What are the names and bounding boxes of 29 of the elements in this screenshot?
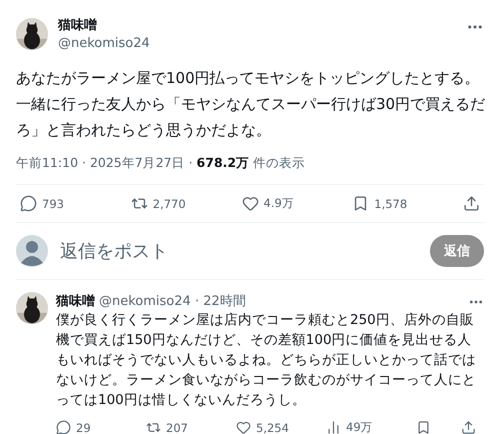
bar-chart-icon xyxy=(326,420,341,434)
repost-action[interactable]: 207 xyxy=(146,420,206,434)
reply-button[interactable]: 返信 xyxy=(430,235,484,267)
like-action[interactable]: 4.9万 xyxy=(242,195,302,212)
bookmark-icon xyxy=(416,420,431,434)
post-text: あなたがラーメン屋で100円払ってモヤシをトッピングしたとする。一緒に行った友人から「モヤシなんてスーパー行けば30円で買えるだろ」と言われたらどう思うかだよな。 xyxy=(16,68,486,141)
reply-text: 僕が良く行くラーメン屋は店内でコーラ頼むと250円、店外の自販機で買えば150円なんだけど、その差額100円に価値を見出せる人もいればそうでない人もいるよね。どちらが正しいとかって話ではないけど。ラーメン食いながらコーラ飲むのがサイコーって人にとっては100円は惜しくないんだろうし。 xyxy=(56,311,476,410)
reply-meta: @nekomiso24 · 22時間 xyxy=(99,293,246,310)
repost-action[interactable]: 2,770 xyxy=(130,195,191,212)
like-action[interactable]: 5,254 xyxy=(236,420,296,434)
reply-icon xyxy=(56,420,71,434)
reply-icon xyxy=(20,195,37,212)
heart-icon xyxy=(236,420,251,434)
bookmark-action[interactable]: 1,578 xyxy=(352,195,412,212)
views-action[interactable]: 49万 xyxy=(326,420,386,434)
share-icon xyxy=(461,420,476,434)
author-name: 猫味噌 xyxy=(58,17,98,34)
user-avatar-icon xyxy=(16,235,48,267)
post-meta: 午前11:10 · 2025年7月27日 · 678.2万 件の表示 xyxy=(16,155,484,185)
reply-author-name: 猫味噌 xyxy=(56,293,95,310)
reply-action[interactable]: 29 xyxy=(56,420,116,434)
share-icon xyxy=(463,195,480,212)
repost-icon xyxy=(146,420,161,434)
share-action[interactable] xyxy=(461,420,476,434)
heart-icon xyxy=(242,195,258,212)
share-action[interactable] xyxy=(463,195,480,212)
author-handle: @nekomiso24 xyxy=(58,36,150,51)
reply-action[interactable]: 793 xyxy=(20,195,80,212)
bookmark-action[interactable] xyxy=(416,420,431,434)
